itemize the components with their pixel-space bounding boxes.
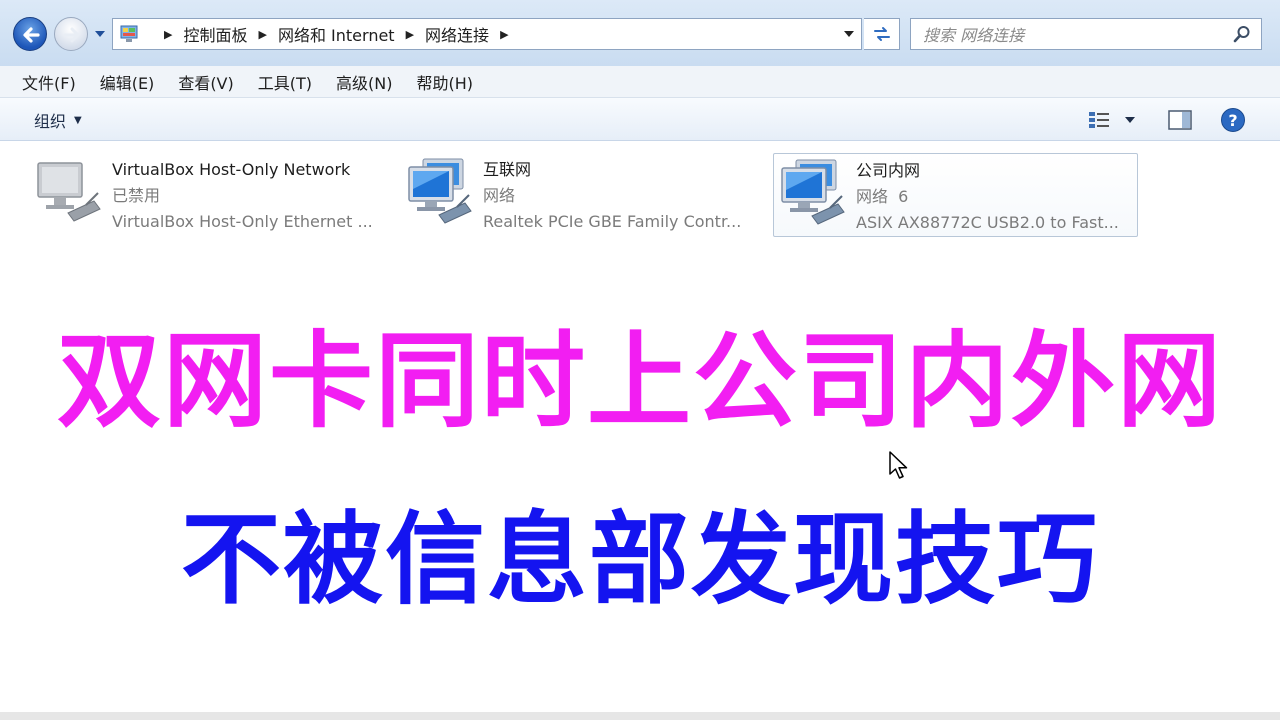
- connection-device: ASIX AX88772C USB2.0 to Fast...: [856, 213, 1119, 232]
- menu-advanced[interactable]: 高级(N): [336, 70, 392, 94]
- back-arrow-icon: [23, 27, 40, 43]
- view-options-dropdown-icon[interactable]: [1124, 116, 1136, 124]
- connection-name: VirtualBox Host-Only Network: [112, 160, 351, 179]
- organize-dropdown-icon: ▼: [74, 114, 82, 126]
- connection-device: VirtualBox Host-Only Ethernet ...: [112, 212, 373, 231]
- menu-edit[interactable]: 编辑(E): [100, 70, 155, 94]
- connection-status: 网络: [483, 186, 516, 205]
- network-adapter-icon: [37, 162, 101, 222]
- breadcrumb-separator-icon[interactable]: ▶: [500, 28, 508, 41]
- connection-text: 公司内网 网络 6 ASIX AX88772C USB2.0 to Fast..…: [856, 158, 1136, 236]
- breadcrumb-separator-icon[interactable]: ▶: [406, 28, 414, 41]
- back-button[interactable]: [13, 17, 47, 51]
- search-icon[interactable]: [1233, 25, 1251, 43]
- menu-help[interactable]: 帮助(H): [416, 70, 473, 94]
- connection-item-company-intranet[interactable]: 公司内网 网络 6 ASIX AX88772C USB2.0 to Fast..…: [773, 153, 1138, 237]
- refresh-button[interactable]: [864, 18, 900, 50]
- connection-name: 公司内网: [856, 161, 921, 180]
- refresh-icon: [874, 27, 890, 41]
- connection-item-internet[interactable]: 互联网 网络 Realtek PCIe GBE Family Contr...: [405, 153, 770, 237]
- svg-text:?: ?: [1228, 111, 1237, 130]
- breadcrumb-network-internet[interactable]: 网络和 Internet: [278, 22, 395, 46]
- breadcrumb-control-panel[interactable]: 控制面板: [183, 22, 247, 46]
- forward-button[interactable]: [54, 17, 88, 51]
- mouse-cursor-icon: [889, 451, 908, 479]
- connection-text: VirtualBox Host-Only Network 已禁用 Virtual…: [112, 157, 392, 235]
- address-history-dropdown-icon[interactable]: [843, 30, 855, 38]
- network-adapter-icon: [781, 159, 845, 225]
- connection-status: 已禁用: [112, 186, 161, 205]
- connection-item-virtualbox[interactable]: VirtualBox Host-Only Network 已禁用 Virtual…: [34, 153, 399, 237]
- menu-bar: 文件(F) 编辑(E) 查看(V) 工具(T) 高级(N) 帮助(H): [0, 66, 1280, 98]
- menu-tools[interactable]: 工具(T): [258, 70, 312, 94]
- connection-status: 网络 6: [856, 187, 909, 206]
- forward-arrow-icon: [63, 27, 80, 43]
- overlay-title: 双网卡同时上公司内外网: [56, 320, 1223, 442]
- breadcrumb-separator-icon[interactable]: ▶: [258, 28, 266, 41]
- menu-view[interactable]: 查看(V): [178, 70, 233, 94]
- control-panel-icon: [120, 25, 138, 42]
- connection-device: Realtek PCIe GBE Family Contr...: [483, 212, 742, 231]
- overlay-subtitle: 不被信息部发现技巧: [181, 501, 1099, 618]
- organize-label: 组织: [34, 112, 67, 131]
- organize-button[interactable]: 组织 ▼: [34, 108, 82, 132]
- window-bottom-edge: [0, 712, 1280, 720]
- preview-pane-icon[interactable]: [1168, 110, 1192, 130]
- help-icon[interactable]: ?: [1220, 107, 1246, 133]
- address-path-box[interactable]: ▶ 控制面板 ▶ 网络和 Internet ▶ 网络连接 ▶: [112, 18, 862, 50]
- change-view-icon[interactable]: [1088, 110, 1114, 130]
- breadcrumb-network-connections[interactable]: 网络连接: [425, 22, 489, 46]
- search-box[interactable]: [910, 18, 1262, 50]
- menu-file[interactable]: 文件(F): [22, 70, 76, 94]
- breadcrumb: ▶ 控制面板 ▶ 网络和 Internet ▶ 网络连接 ▶: [153, 19, 520, 49]
- address-bar: ▶ 控制面板 ▶ 网络和 Internet ▶ 网络连接 ▶: [0, 0, 1280, 67]
- connection-text: 互联网 网络 Realtek PCIe GBE Family Contr...: [483, 157, 763, 235]
- connection-name: 互联网: [483, 160, 532, 179]
- network-adapter-icon: [408, 158, 472, 224]
- breadcrumb-separator-icon[interactable]: ▶: [164, 28, 172, 41]
- search-input[interactable]: [921, 23, 1225, 47]
- recent-pages-dropdown-icon[interactable]: [94, 30, 106, 38]
